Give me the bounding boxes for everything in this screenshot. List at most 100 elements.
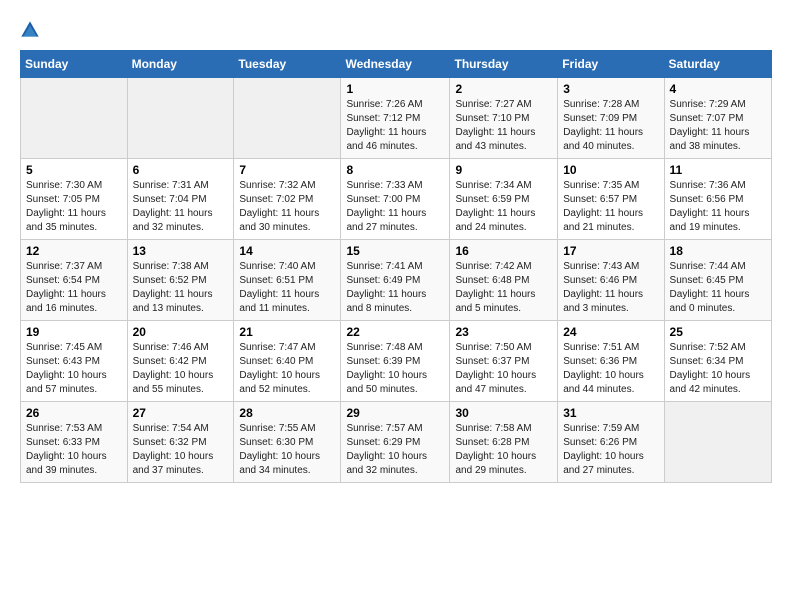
calendar-cell bbox=[21, 78, 128, 159]
calendar-cell: 3 Sunrise: 7:28 AMSunset: 7:09 PMDaylight… bbox=[558, 78, 664, 159]
calendar-cell: 5 Sunrise: 7:30 AMSunset: 7:05 PMDaylight… bbox=[21, 159, 128, 240]
day-number: 17 bbox=[563, 244, 658, 258]
calendar-cell: 2 Sunrise: 7:27 AMSunset: 7:10 PMDaylight… bbox=[450, 78, 558, 159]
calendar-cell: 24 Sunrise: 7:51 AMSunset: 6:36 PMDayligh… bbox=[558, 321, 664, 402]
day-number: 12 bbox=[26, 244, 122, 258]
day-number: 26 bbox=[26, 406, 122, 420]
calendar-cell bbox=[234, 78, 341, 159]
day-number: 23 bbox=[455, 325, 552, 339]
day-number: 29 bbox=[346, 406, 444, 420]
calendar-cell: 25 Sunrise: 7:52 AMSunset: 6:34 PMDayligh… bbox=[664, 321, 771, 402]
cell-content: Sunrise: 7:26 AMSunset: 7:12 PMDaylight:… bbox=[346, 98, 444, 154]
day-header-friday: Friday bbox=[558, 51, 664, 78]
day-number: 9 bbox=[455, 163, 552, 177]
calendar-cell: 22 Sunrise: 7:48 AMSunset: 6:39 PMDayligh… bbox=[341, 321, 450, 402]
day-number: 6 bbox=[133, 163, 229, 177]
calendar-cell: 6Sunrise: 7:31 AMSunset: 7:04 PMDaylight… bbox=[127, 159, 234, 240]
calendar-cell: 28 Sunrise: 7:55 AMSunset: 6:30 PMDayligh… bbox=[234, 402, 341, 483]
day-header-sunday: Sunday bbox=[21, 51, 128, 78]
cell-content: Sunrise: 7:53 AMSunset: 6:33 PMDaylight:… bbox=[26, 422, 122, 478]
day-number: 22 bbox=[346, 325, 444, 339]
week-row-3: 12 Sunrise: 7:37 AMSunset: 6:54 PMDayligh… bbox=[21, 240, 772, 321]
day-number: 3 bbox=[563, 82, 658, 96]
day-number: 18 bbox=[670, 244, 766, 258]
page-header bbox=[20, 20, 772, 40]
cell-content: Sunrise: 7:28 AMSunset: 7:09 PMDaylight:… bbox=[563, 98, 658, 154]
calendar-cell: 18 Sunrise: 7:44 AMSunset: 6:45 PMDayligh… bbox=[664, 240, 771, 321]
day-header-saturday: Saturday bbox=[664, 51, 771, 78]
cell-content: Sunrise: 7:45 AMSunset: 6:43 PMDaylight:… bbox=[26, 341, 122, 397]
day-number: 13 bbox=[133, 244, 229, 258]
calendar-cell: 4Sunrise: 7:29 AMSunset: 7:07 PMDaylight… bbox=[664, 78, 771, 159]
cell-content: Sunrise: 7:38 AMSunset: 6:52 PMDaylight:… bbox=[133, 260, 229, 316]
cell-content: Sunrise: 7:57 AMSunset: 6:29 PMDaylight:… bbox=[346, 422, 444, 478]
calendar-cell: 10 Sunrise: 7:35 AMSunset: 6:57 PMDayligh… bbox=[558, 159, 664, 240]
day-number: 10 bbox=[563, 163, 658, 177]
cell-content: Sunrise: 7:37 AMSunset: 6:54 PMDaylight:… bbox=[26, 260, 122, 316]
logo-icon bbox=[20, 20, 40, 40]
day-number: 19 bbox=[26, 325, 122, 339]
calendar-cell: 30 Sunrise: 7:58 AMSunset: 6:28 PMDayligh… bbox=[450, 402, 558, 483]
calendar-cell: 1 Sunrise: 7:26 AMSunset: 7:12 PMDaylight… bbox=[341, 78, 450, 159]
cell-content: Sunrise: 7:47 AMSunset: 6:40 PMDaylight:… bbox=[239, 341, 335, 397]
cell-content: Sunrise: 7:55 AMSunset: 6:30 PMDaylight:… bbox=[239, 422, 335, 478]
calendar-cell: 12 Sunrise: 7:37 AMSunset: 6:54 PMDayligh… bbox=[21, 240, 128, 321]
cell-content: Sunrise: 7:46 AMSunset: 6:42 PMDaylight:… bbox=[133, 341, 229, 397]
cell-content: Sunrise: 7:48 AMSunset: 6:39 PMDaylight:… bbox=[346, 341, 444, 397]
calendar-table: SundayMondayTuesdayWednesdayThursdayFrid… bbox=[20, 50, 772, 483]
calendar-cell: 11 Sunrise: 7:36 AMSunset: 6:56 PMDayligh… bbox=[664, 159, 771, 240]
week-row-5: 26 Sunrise: 7:53 AMSunset: 6:33 PMDayligh… bbox=[21, 402, 772, 483]
calendar-cell: 9 Sunrise: 7:34 AMSunset: 6:59 PMDaylight… bbox=[450, 159, 558, 240]
day-header-thursday: Thursday bbox=[450, 51, 558, 78]
day-number: 7 bbox=[239, 163, 335, 177]
cell-content: Sunrise: 7:41 AMSunset: 6:49 PMDaylight:… bbox=[346, 260, 444, 316]
day-number: 28 bbox=[239, 406, 335, 420]
cell-content: Sunrise: 7:44 AMSunset: 6:45 PMDaylight:… bbox=[670, 260, 766, 316]
calendar-cell: 17 Sunrise: 7:43 AMSunset: 6:46 PMDayligh… bbox=[558, 240, 664, 321]
day-number: 15 bbox=[346, 244, 444, 258]
calendar-cell: 31 Sunrise: 7:59 AMSunset: 6:26 PMDayligh… bbox=[558, 402, 664, 483]
calendar-cell: 14Sunrise: 7:40 AMSunset: 6:51 PMDayligh… bbox=[234, 240, 341, 321]
day-number: 11 bbox=[670, 163, 766, 177]
calendar-cell: 20 Sunrise: 7:46 AMSunset: 6:42 PMDayligh… bbox=[127, 321, 234, 402]
day-number: 5 bbox=[26, 163, 122, 177]
day-number: 30 bbox=[455, 406, 552, 420]
calendar-cell: 26 Sunrise: 7:53 AMSunset: 6:33 PMDayligh… bbox=[21, 402, 128, 483]
cell-content: Sunrise: 7:58 AMSunset: 6:28 PMDaylight:… bbox=[455, 422, 552, 478]
cell-content: Sunrise: 7:54 AMSunset: 6:32 PMDaylight:… bbox=[133, 422, 229, 478]
cell-content: Sunrise: 7:35 AMSunset: 6:57 PMDaylight:… bbox=[563, 179, 658, 235]
day-number: 24 bbox=[563, 325, 658, 339]
day-number: 31 bbox=[563, 406, 658, 420]
calendar-cell bbox=[127, 78, 234, 159]
cell-content: Sunrise: 7:30 AMSunset: 7:05 PMDaylight:… bbox=[26, 179, 122, 235]
logo bbox=[20, 20, 44, 40]
day-number: 8 bbox=[346, 163, 444, 177]
day-number: 25 bbox=[670, 325, 766, 339]
calendar-cell: 16Sunrise: 7:42 AMSunset: 6:48 PMDayligh… bbox=[450, 240, 558, 321]
week-row-4: 19 Sunrise: 7:45 AMSunset: 6:43 PMDayligh… bbox=[21, 321, 772, 402]
cell-content: Sunrise: 7:59 AMSunset: 6:26 PMDaylight:… bbox=[563, 422, 658, 478]
calendar-cell: 7Sunrise: 7:32 AMSunset: 7:02 PMDaylight… bbox=[234, 159, 341, 240]
day-header-monday: Monday bbox=[127, 51, 234, 78]
cell-content: Sunrise: 7:27 AMSunset: 7:10 PMDaylight:… bbox=[455, 98, 552, 154]
cell-content: Sunrise: 7:36 AMSunset: 6:56 PMDaylight:… bbox=[670, 179, 766, 235]
calendar-cell: 19 Sunrise: 7:45 AMSunset: 6:43 PMDayligh… bbox=[21, 321, 128, 402]
cell-content: Sunrise: 7:50 AMSunset: 6:37 PMDaylight:… bbox=[455, 341, 552, 397]
day-number: 2 bbox=[455, 82, 552, 96]
cell-content: Sunrise: 7:34 AMSunset: 6:59 PMDaylight:… bbox=[455, 179, 552, 235]
day-number: 14 bbox=[239, 244, 335, 258]
cell-content: Sunrise: 7:52 AMSunset: 6:34 PMDaylight:… bbox=[670, 341, 766, 397]
week-row-2: 5 Sunrise: 7:30 AMSunset: 7:05 PMDaylight… bbox=[21, 159, 772, 240]
cell-content: Sunrise: 7:43 AMSunset: 6:46 PMDaylight:… bbox=[563, 260, 658, 316]
calendar-cell: 27Sunrise: 7:54 AMSunset: 6:32 PMDayligh… bbox=[127, 402, 234, 483]
day-number: 1 bbox=[346, 82, 444, 96]
calendar-cell: 29 Sunrise: 7:57 AMSunset: 6:29 PMDayligh… bbox=[341, 402, 450, 483]
day-number: 20 bbox=[133, 325, 229, 339]
day-number: 21 bbox=[239, 325, 335, 339]
calendar-cell: 21 Sunrise: 7:47 AMSunset: 6:40 PMDayligh… bbox=[234, 321, 341, 402]
calendar-cell: 15 Sunrise: 7:41 AMSunset: 6:49 PMDayligh… bbox=[341, 240, 450, 321]
cell-content: Sunrise: 7:51 AMSunset: 6:36 PMDaylight:… bbox=[563, 341, 658, 397]
calendar-cell: 8 Sunrise: 7:33 AMSunset: 7:00 PMDaylight… bbox=[341, 159, 450, 240]
calendar-cell: 13 Sunrise: 7:38 AMSunset: 6:52 PMDayligh… bbox=[127, 240, 234, 321]
cell-content: Sunrise: 7:33 AMSunset: 7:00 PMDaylight:… bbox=[346, 179, 444, 235]
